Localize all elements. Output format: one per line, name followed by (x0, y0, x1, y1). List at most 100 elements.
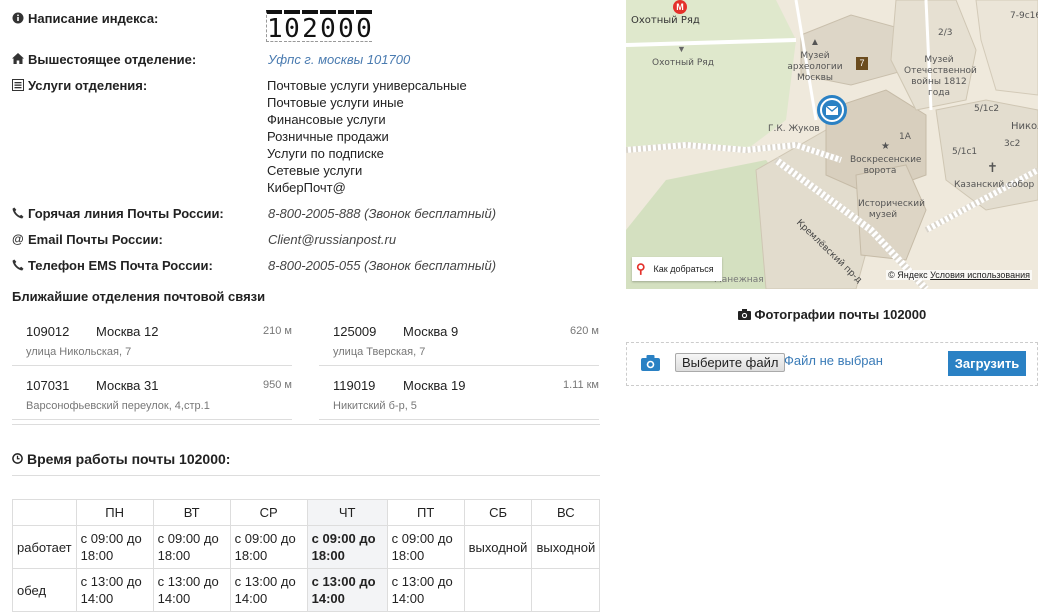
map-label: Исторический музей (858, 199, 925, 220)
divider (12, 475, 600, 476)
index-digit: 0 (356, 10, 372, 44)
ems-label: Телефон EMS Почта России: (28, 258, 213, 273)
map-label: Г.К. Жуков (768, 124, 820, 134)
service-item: Финансовые услуги (267, 112, 386, 127)
phone-icon (12, 259, 28, 274)
parent-office-link[interactable]: Уфпс г. москвы 101700 (268, 52, 410, 67)
services-list: Почтовые услуги универсальные Почтовые у… (267, 77, 467, 196)
index-label: Написание индекса: (28, 11, 159, 26)
hours-cell: с 13:00 до 14:00 (306, 568, 388, 612)
map-label: 7-9с16 (1010, 11, 1038, 21)
office-city: Москва 12 (96, 324, 159, 339)
nearest-office-card[interactable]: 107031 Москва 31 950 м Варсонофьевский п… (12, 374, 292, 420)
nearest-offices-title: Ближайшие отделения почтовой связи (12, 289, 266, 304)
service-item: Почтовые услуги иные (267, 95, 404, 110)
office-street: улица Тверская, 7 (333, 346, 426, 358)
hours-cell: с 13:00 до 14:00 (386, 568, 465, 612)
hotline-label: Горячая линия Почты России: (28, 206, 224, 221)
map[interactable]: М Охотный Ряд Охотный Ряд ▼ Музей археол… (626, 0, 1038, 289)
office-distance: 950 м (263, 379, 292, 391)
office-distance: 210 м (263, 325, 292, 337)
index-digit: 0 (320, 10, 336, 44)
index-digit: 2 (302, 10, 318, 44)
nearest-office-card[interactable]: 109012 Москва 12 210 м улица Никольская,… (12, 320, 292, 366)
index-digit: 0 (338, 10, 354, 44)
upload-box: Выберите файл Файл не выбран Загрузить (626, 342, 1038, 386)
post-office-marker[interactable] (817, 95, 847, 125)
list-icon (12, 79, 28, 94)
map-label: Воскресенские ворота (850, 155, 922, 176)
hours-cell (531, 568, 601, 612)
hours-cell: с 09:00 до 18:00 (229, 525, 308, 569)
map-label: 5/1с2 (974, 104, 1000, 114)
hours-cell: выходной (463, 525, 533, 569)
copyright-text: © Яндекс (888, 270, 928, 280)
choose-file-button[interactable]: Выберите файл (675, 353, 786, 372)
hours-table: ПН ВТ СР ЧТ ПТ СБ ВС работает с 09:00 до… (12, 499, 601, 612)
services-label: Услуги отделения: (28, 78, 148, 93)
lunch-row: обед с 13:00 до 14:00 с 13:00 до 14:00 с… (12, 568, 601, 612)
hours-cell: с 09:00 до 18:00 (386, 525, 465, 569)
office-street: улица Никольская, 7 (26, 346, 132, 358)
office-index: 109012 (26, 324, 70, 339)
hours-cell: с 13:00 до 14:00 (229, 568, 308, 612)
office-index: 125009 (333, 324, 377, 339)
nearest-office-card[interactable]: 125009 Москва 9 620 м улица Тверская, 7 (319, 320, 599, 366)
hours-cell: выходной (531, 525, 601, 569)
lunch-label: обед (12, 568, 77, 612)
day-header: ЧТ (306, 499, 388, 526)
map-label: Никол (1011, 121, 1038, 132)
map-label: Охотный Ряд (652, 58, 714, 68)
map-label: 3с2 (1004, 139, 1021, 149)
photos-title: Фотографии почты 102000 (626, 307, 1038, 322)
hotline-row: Горячая линия Почты России: 8-800-2005-8… (12, 206, 496, 222)
map-background (626, 0, 1038, 289)
hours-cell (463, 568, 533, 612)
ems-row: Телефон EMS Почта России: 8-800-2005-055… (12, 258, 496, 274)
email-row: @ Email Почты России: Client@russianpost.… (12, 232, 396, 247)
upload-button[interactable]: Загрузить (948, 351, 1026, 376)
camera-icon (737, 307, 755, 322)
parent-office-row: Вышестоящее отделение: Уфпс г. москвы 10… (12, 52, 410, 67)
day-header: СБ (463, 499, 533, 526)
map-label-metro: Охотный Ряд (631, 15, 700, 26)
hours-cell: с 13:00 до 14:00 (75, 568, 154, 612)
map-label: 5/1с1 (952, 147, 978, 157)
envelope-icon (822, 100, 842, 120)
hours-corner-cell (12, 499, 77, 526)
photos-title-text: Фотографии почты 102000 (754, 307, 927, 322)
divider (12, 424, 600, 425)
map-label: Казанский собор (954, 180, 1035, 190)
services-row: Услуги отделения: (12, 78, 268, 94)
terms-link[interactable]: Условия использования (930, 270, 1030, 280)
nearest-office-card[interactable]: 119019 Москва 19 1.11 км Никитский б-р, … (319, 374, 599, 420)
day-header: ВТ (152, 499, 231, 526)
index-row: Написание индекса: (12, 11, 268, 27)
phone-icon (12, 207, 28, 222)
hours-cell: с 09:00 до 18:00 (306, 525, 388, 569)
yandex-pin-icon: ⚲ (636, 261, 646, 276)
ems-value: 8-800-2005-055 (Звонок бесплатный) (268, 258, 497, 273)
hours-title-text: Время работы почты 102000: (27, 451, 231, 467)
service-item: КиберПочт@ (267, 180, 346, 195)
day-header: СР (229, 499, 308, 526)
office-distance: 620 м (570, 325, 599, 337)
route-button[interactable]: ⚲ Как добраться (632, 257, 722, 281)
map-copyright: © Яндекс Условия использования (886, 270, 1032, 280)
office-street: Никитский б-р, 5 (333, 400, 417, 412)
index-digit: 0 (284, 10, 300, 44)
service-item: Розничные продажи (267, 129, 389, 144)
metro-icon: М (673, 0, 687, 14)
office-distance: 1.11 км (562, 379, 599, 391)
email-value[interactable]: Client@russianpost.ru (268, 232, 396, 247)
map-label: 1А (899, 132, 911, 142)
home-icon (12, 53, 28, 67)
clock-icon (12, 451, 23, 467)
index-digit: 1 (266, 10, 283, 44)
cross-icon: ✝ (987, 160, 998, 175)
hours-cell: с 09:00 до 18:00 (75, 525, 154, 569)
hours-title: Время работы почты 102000: (12, 451, 230, 467)
service-item: Услуги по подписке (267, 146, 384, 161)
office-street: Варсонофьевский переулок, 4,стр.1 (26, 400, 210, 412)
office-city: Москва 9 (403, 324, 459, 339)
